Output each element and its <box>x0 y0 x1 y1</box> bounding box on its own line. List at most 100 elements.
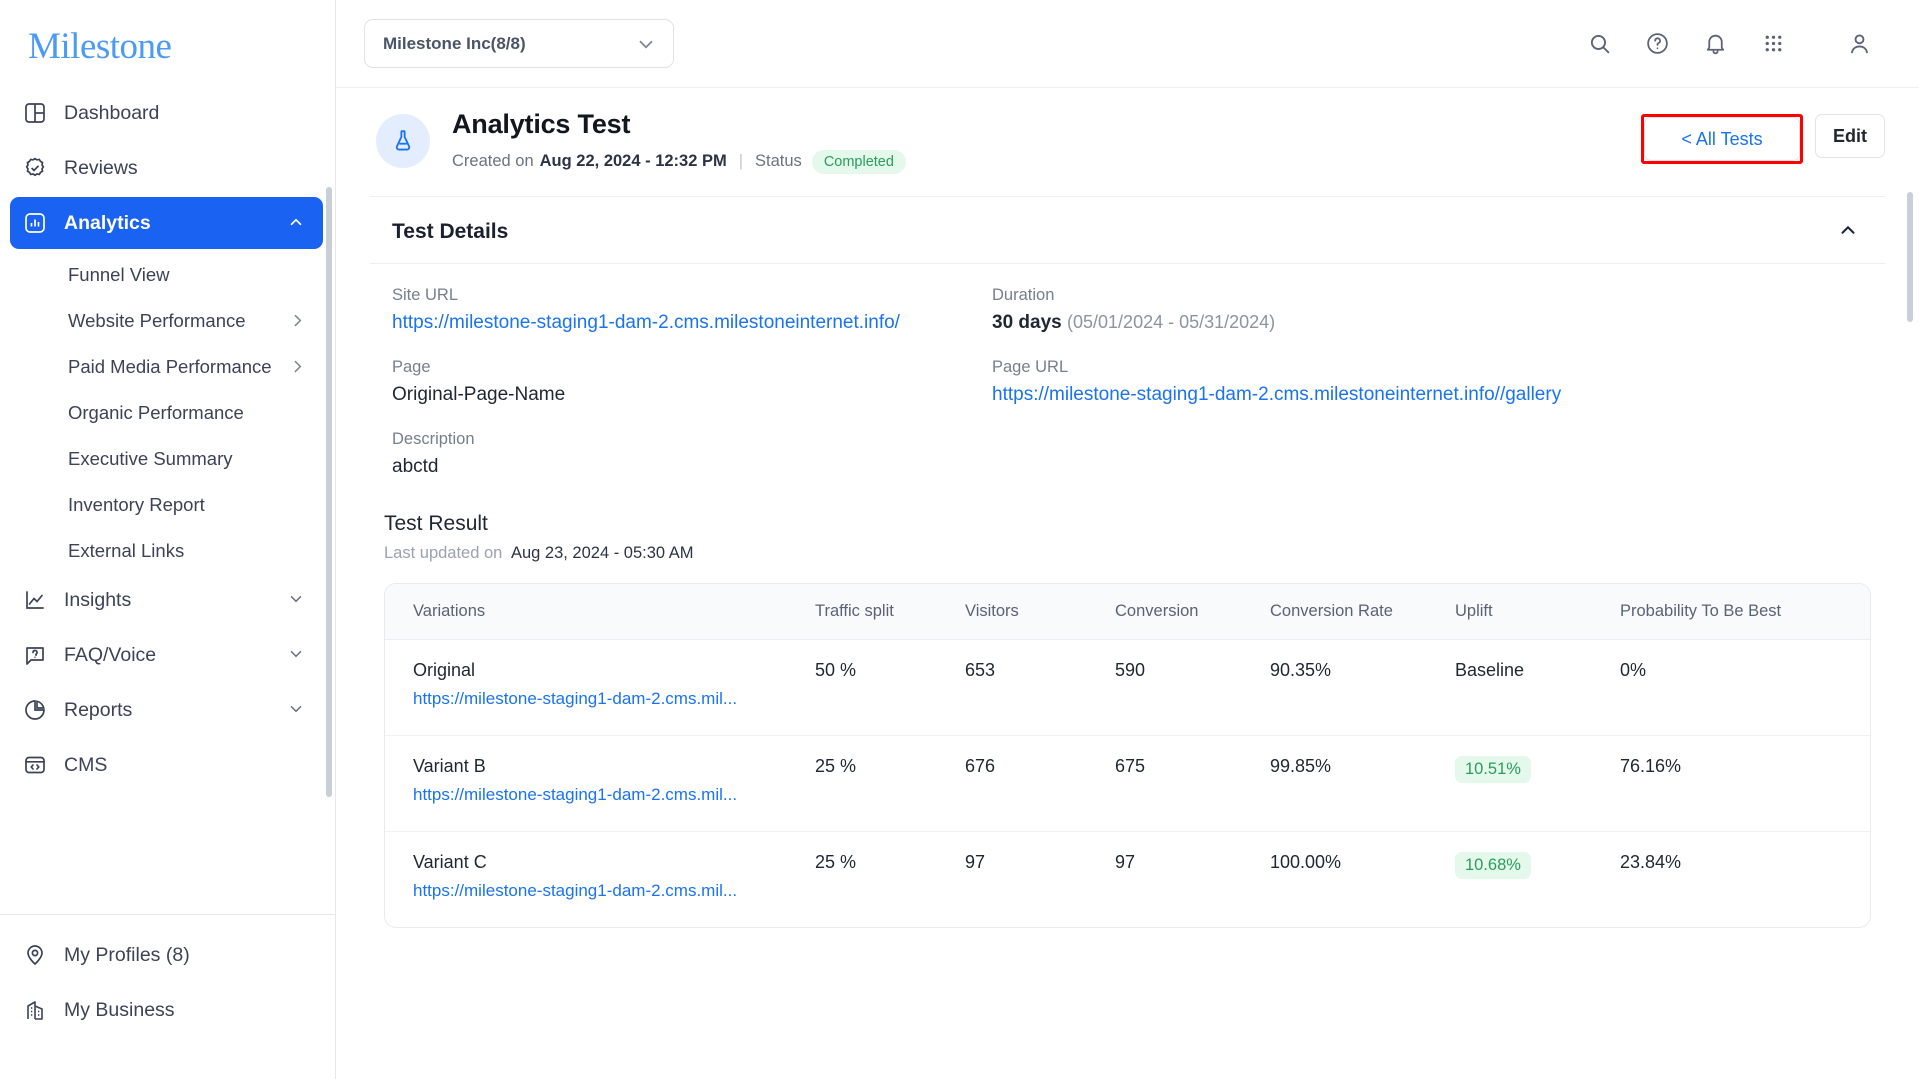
page-value: Original-Page-Name <box>392 383 566 405</box>
user-avatar-icon[interactable] <box>1845 30 1873 58</box>
cell-variation: Original https://milestone-staging1-dam-… <box>385 639 815 736</box>
org-selector[interactable]: Milestone Inc(8/8) <box>364 19 674 68</box>
page-scrollbar[interactable] <box>1907 192 1913 322</box>
duration-range: (05/01/2024 - 05/31/2024) <box>1067 311 1276 332</box>
page-header-actions: < All Tests Edit <box>1641 114 1885 164</box>
apps-grid-icon[interactable] <box>1759 30 1787 58</box>
dashboard-icon <box>22 100 48 126</box>
chevron-down-icon[interactable] <box>635 33 657 55</box>
sidebar-item-label: Reports <box>64 698 133 721</box>
cell-visitors: 653 <box>965 639 1115 736</box>
sidebar-scrollbar[interactable] <box>326 187 332 797</box>
sidebar-item-my-business[interactable]: My Business <box>10 984 323 1036</box>
cell-traffic-split: 50 % <box>815 639 965 736</box>
status-badge: Completed <box>811 149 906 174</box>
sidebar-item-paid-media-performance[interactable]: Paid Media Performance <box>10 344 323 390</box>
sidebar-item-label: Inventory Report <box>68 494 205 515</box>
code-window-icon <box>22 752 48 778</box>
cell-uplift: 10.51% <box>1455 735 1620 832</box>
page-subtitle: Created on Aug 22, 2024 - 12:32 PM | Sta… <box>452 149 1641 174</box>
bar-chart-icon <box>22 210 48 236</box>
sidebar-item-inventory-report[interactable]: Inventory Report <box>10 482 323 528</box>
location-pin-icon <box>22 942 48 968</box>
sidebar-item-label: Paid Media Performance <box>68 356 272 377</box>
all-tests-button[interactable]: < All Tests <box>1644 117 1800 161</box>
site-url-link[interactable]: https://milestone-staging1-dam-2.cms.mil… <box>392 312 992 334</box>
sidebar-item-label: FAQ/Voice <box>64 643 157 666</box>
sidebar-item-my-profiles[interactable]: My Profiles (8) <box>10 929 323 981</box>
chevron-up-icon[interactable] <box>1837 219 1863 245</box>
sidebar-item-dashboard[interactable]: Dashboard <box>10 87 323 139</box>
variation-url-link[interactable]: https://milestone-staging1-dam-2.cms.mil… <box>413 689 815 709</box>
test-result-table-card: Variations Traffic split Visitors Conver… <box>384 582 1871 928</box>
field-description: Description abctd <box>392 430 992 478</box>
sidebar-item-faq-voice[interactable]: FAQ/Voice <box>10 629 323 681</box>
meta-divider: | <box>738 152 744 171</box>
cell-probability: 23.84% <box>1620 851 1682 872</box>
cell-probability: 76.16% <box>1620 735 1870 832</box>
chevron-right-icon[interactable] <box>289 358 307 376</box>
test-result-header: Test Result Last updated on Aug 23, 2024… <box>370 488 1885 563</box>
chevron-down-icon[interactable] <box>287 645 307 665</box>
cell-uplift: 10.68% <box>1455 831 1620 927</box>
column-header-traffic-split: Traffic split <box>815 583 965 640</box>
sidebar-item-analytics[interactable]: Analytics <box>10 197 323 249</box>
test-details-header[interactable]: Test Details <box>370 197 1885 263</box>
help-circle-icon[interactable] <box>1643 30 1671 58</box>
sidebar-item-reviews[interactable]: Reviews <box>10 142 323 194</box>
field-label: Page <box>392 357 431 376</box>
all-tests-highlight-box: < All Tests <box>1641 114 1803 164</box>
sidebar-item-label: Executive Summary <box>68 448 233 469</box>
page-header-text: Analytics Test Created on Aug 22, 2024 -… <box>452 108 1641 174</box>
sidebar-item-external-links[interactable]: External Links <box>10 528 323 574</box>
uplift-badge: 10.68% <box>1455 851 1531 879</box>
cell-conversion-rate: 90.35% <box>1270 639 1455 736</box>
table-row: Variant C https://milestone-staging1-dam… <box>385 831 1870 927</box>
chevron-right-icon[interactable] <box>289 312 307 330</box>
sidebar-item-insights[interactable]: Insights <box>10 574 323 626</box>
bell-icon[interactable] <box>1701 30 1729 58</box>
sidebar-item-label: Reviews <box>64 156 138 179</box>
test-result-section: Test Result Last updated on Aug 23, 2024… <box>370 488 1885 928</box>
created-on-value: Aug 22, 2024 - 12:32 PM <box>539 152 727 171</box>
variation-url-link[interactable]: https://milestone-staging1-dam-2.cms.mil… <box>413 881 815 901</box>
pie-chart-icon <box>22 697 48 723</box>
duration-value: 30 days (05/01/2024 - 05/31/2024) <box>992 312 1885 334</box>
sidebar-item-funnel-view[interactable]: Funnel View <box>10 252 323 298</box>
sidebar-item-website-performance[interactable]: Website Performance <box>10 298 323 344</box>
sidebar: Milestone Dashboard Reviews Analytics Fu… <box>0 0 336 1079</box>
cell-visitors: 97 <box>965 851 986 872</box>
table-row: Variant B https://milestone-staging1-dam… <box>385 735 1870 832</box>
building-icon <box>22 997 48 1023</box>
cell-uplift: Baseline <box>1455 639 1620 736</box>
trend-line-icon <box>22 587 48 613</box>
column-header-conversion-rate: Conversion Rate <box>1270 583 1455 640</box>
chevron-down-icon[interactable] <box>287 590 307 610</box>
sidebar-item-organic-performance[interactable]: Organic Performance <box>10 390 323 436</box>
brand-logo[interactable]: Milestone <box>0 0 335 87</box>
search-icon[interactable] <box>1585 30 1613 58</box>
sidebar-item-cms[interactable]: CMS <box>10 739 323 791</box>
page-url-link[interactable]: https://milestone-staging1-dam-2.cms.mil… <box>992 384 1885 406</box>
cell-visitors: 676 <box>965 735 1115 832</box>
cell-conversion: 97 <box>1115 851 1136 872</box>
field-label: Description <box>392 429 475 448</box>
edit-button[interactable]: Edit <box>1815 114 1885 158</box>
cell-conversion-rate: 100.00% <box>1270 851 1342 872</box>
chevron-up-icon[interactable] <box>287 213 307 233</box>
sidebar-item-label: Insights <box>64 588 132 611</box>
created-on-label: Created on <box>452 152 534 171</box>
field-duration: Duration 30 days (05/01/2024 - 05/31/202… <box>992 286 1885 334</box>
column-header-probability: Probability To Be Best <box>1620 583 1870 640</box>
sidebar-item-reports[interactable]: Reports <box>10 684 323 736</box>
variation-url-link[interactable]: https://milestone-staging1-dam-2.cms.mil… <box>413 785 815 805</box>
variation-name: Original <box>413 659 476 680</box>
page-header: Analytics Test Created on Aug 22, 2024 -… <box>370 88 1885 197</box>
topbar: Milestone Inc(8/8) <box>336 0 1919 88</box>
column-header-variations: Variations <box>385 583 815 640</box>
table-row: Original https://milestone-staging1-dam-… <box>385 639 1870 736</box>
chevron-down-icon[interactable] <box>287 700 307 720</box>
org-selector-value: Milestone Inc(8/8) <box>383 33 526 53</box>
topbar-actions <box>1585 30 1873 58</box>
sidebar-item-executive-summary[interactable]: Executive Summary <box>10 436 323 482</box>
